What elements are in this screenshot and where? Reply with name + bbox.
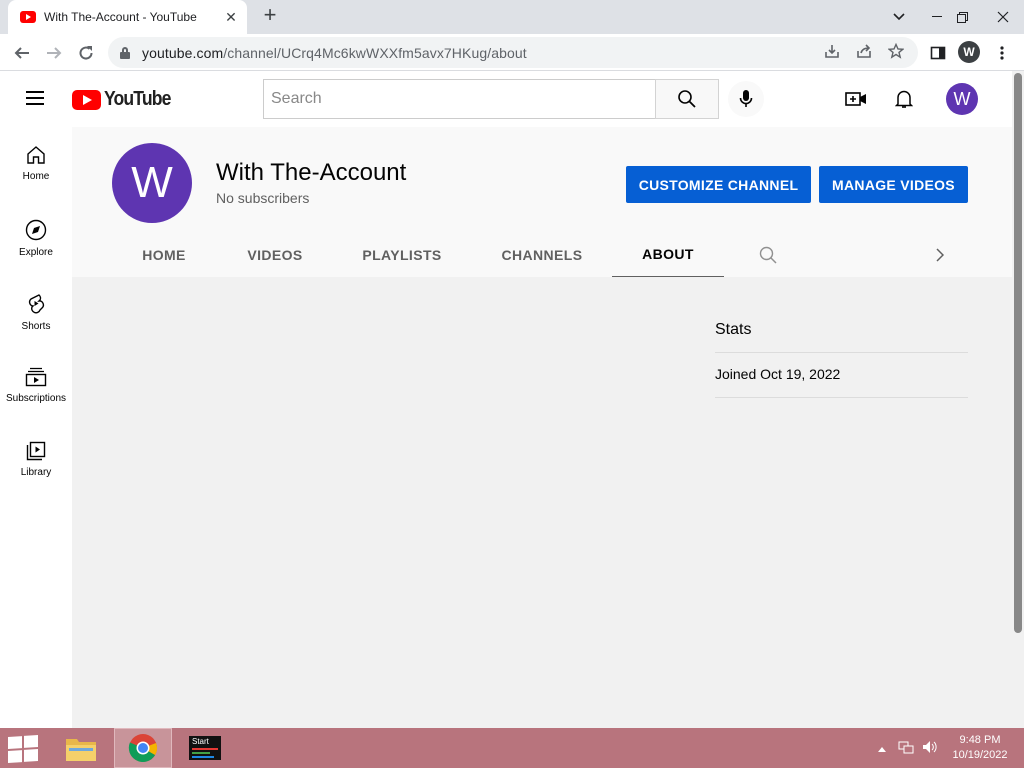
guide-sidebar: Home Explore Shorts Subscriptions Librar… bbox=[0, 127, 72, 728]
youtube-page: YouTube Search W Home Explore Shorts Sub… bbox=[0, 71, 1024, 728]
sidebar-item-label: Home bbox=[22, 171, 50, 182]
install-icon[interactable] bbox=[822, 43, 842, 63]
sidebar-item-explore[interactable]: Explore bbox=[0, 201, 72, 275]
back-button[interactable] bbox=[8, 39, 36, 67]
side-panel-icon[interactable] bbox=[924, 39, 952, 67]
youtube-logo-text: YouTube bbox=[104, 88, 171, 110]
tab-title: With The-Account - YouTube bbox=[44, 10, 197, 24]
start-app-taskbar-icon[interactable]: Start bbox=[176, 728, 234, 768]
browser-toolbar: youtube.com/channel/UCrq4Mc6kwWXXfm5avx7… bbox=[0, 34, 1024, 71]
channel-header: W With The-Account No subscribers CUSTOM… bbox=[72, 127, 1012, 279]
channel-tabs: HOME VIDEOS PLAYLISTS CHANNELS ABOUT bbox=[72, 231, 1012, 279]
sidebar-item-home[interactable]: Home bbox=[0, 127, 72, 201]
tab-channels[interactable]: CHANNELS bbox=[486, 231, 598, 279]
new-tab-button[interactable]: + bbox=[258, 4, 282, 28]
bookmark-star-icon[interactable] bbox=[886, 42, 906, 63]
forward-button[interactable] bbox=[40, 39, 68, 67]
sidebar-item-label: Subscriptions bbox=[5, 393, 67, 404]
about-section: Stats Joined Oct 19, 2022 bbox=[72, 277, 1012, 728]
terminal-icon: Start bbox=[189, 736, 221, 760]
customize-channel-button[interactable]: CUSTOMIZE CHANNEL bbox=[626, 166, 811, 203]
account-avatar[interactable]: W bbox=[946, 83, 978, 115]
chevron-right-icon bbox=[936, 248, 944, 262]
volume-icon[interactable] bbox=[922, 740, 938, 756]
youtube-play-icon bbox=[72, 89, 101, 110]
restore-button[interactable] bbox=[945, 0, 979, 34]
stats-divider bbox=[715, 397, 968, 398]
sidebar-item-shorts[interactable]: Shorts bbox=[0, 275, 72, 349]
search-input[interactable]: Search bbox=[263, 79, 656, 119]
sidebar-item-subscriptions[interactable]: Subscriptions bbox=[0, 349, 72, 423]
network-icon[interactable] bbox=[898, 740, 914, 756]
url-text: youtube.com/channel/UCrq4Mc6kwWXXfm5avx7… bbox=[142, 44, 527, 61]
create-video-icon bbox=[845, 92, 866, 106]
youtube-favicon-icon bbox=[20, 11, 36, 23]
tab-playlists[interactable]: PLAYLISTS bbox=[350, 231, 454, 279]
clock[interactable]: 9:48 PM 10/19/2022 bbox=[944, 733, 1016, 763]
lock-icon[interactable] bbox=[120, 46, 130, 59]
address-bar[interactable]: youtube.com/channel/UCrq4Mc6kwWXXfm5avx7… bbox=[108, 37, 918, 68]
notifications-button[interactable] bbox=[890, 85, 918, 113]
clock-date: 10/19/2022 bbox=[952, 749, 1008, 761]
tab-search-icon[interactable] bbox=[882, 0, 916, 34]
shorts-icon bbox=[28, 294, 45, 314]
create-video-button[interactable] bbox=[842, 85, 870, 113]
scrollbar-thumb[interactable] bbox=[1014, 73, 1022, 633]
clock-time: 9:48 PM bbox=[959, 734, 1001, 746]
windows-start-icon[interactable] bbox=[8, 734, 38, 764]
tab-about[interactable]: ABOUT bbox=[612, 231, 724, 279]
more-menu-icon[interactable] bbox=[988, 39, 1016, 67]
browser-tab[interactable]: With The-Account - YouTube ✕ bbox=[8, 0, 247, 34]
channel-search-button[interactable] bbox=[752, 231, 784, 279]
page-scrollbar[interactable] bbox=[1012, 71, 1024, 728]
yt-header: YouTube Search W bbox=[0, 71, 1012, 127]
subscriptions-icon bbox=[25, 367, 47, 387]
share-icon[interactable] bbox=[854, 43, 874, 63]
bell-icon bbox=[895, 90, 913, 108]
file-explorer-icon[interactable] bbox=[52, 728, 110, 768]
youtube-logo[interactable]: YouTube bbox=[72, 88, 180, 111]
tab-strip: With The-Account - YouTube ✕ + bbox=[0, 0, 1024, 34]
manage-videos-button[interactable]: MANAGE VIDEOS bbox=[819, 166, 968, 203]
channel-avatar[interactable]: W bbox=[112, 143, 192, 223]
compass-icon bbox=[25, 219, 47, 241]
joined-date: Joined Oct 19, 2022 bbox=[715, 366, 841, 382]
search-button[interactable] bbox=[655, 79, 719, 119]
search-icon bbox=[678, 90, 696, 108]
voice-search-button[interactable] bbox=[728, 81, 764, 117]
search-icon bbox=[759, 246, 777, 264]
tray-overflow-icon[interactable] bbox=[874, 740, 890, 756]
tab-home[interactable]: HOME bbox=[124, 231, 204, 279]
sidebar-item-library[interactable]: Library bbox=[0, 423, 72, 497]
library-icon bbox=[26, 441, 46, 461]
stats-divider bbox=[715, 352, 968, 353]
menu-icon[interactable] bbox=[26, 91, 44, 105]
close-tab-icon[interactable]: ✕ bbox=[223, 9, 239, 25]
tab-videos[interactable]: VIDEOS bbox=[230, 231, 320, 279]
microphone-icon bbox=[739, 90, 753, 107]
stats-heading: Stats bbox=[715, 321, 752, 338]
subscriber-count: No subscribers bbox=[216, 190, 310, 206]
reload-button[interactable] bbox=[72, 39, 100, 67]
sidebar-item-label: Explore bbox=[19, 247, 53, 258]
channel-name: With The-Account bbox=[216, 159, 407, 186]
home-icon bbox=[27, 146, 45, 164]
taskbar: Start 9:48 PM 10/19/2022 bbox=[0, 728, 1024, 768]
chrome-taskbar-icon[interactable] bbox=[114, 728, 172, 768]
sidebar-item-label: Shorts bbox=[21, 321, 51, 332]
tabs-scroll-right-button[interactable] bbox=[924, 231, 956, 279]
close-window-button[interactable] bbox=[982, 0, 1024, 34]
sidebar-item-label: Library bbox=[20, 467, 52, 478]
profile-avatar[interactable]: W bbox=[958, 41, 980, 63]
start-app-label: Start bbox=[192, 737, 209, 746]
